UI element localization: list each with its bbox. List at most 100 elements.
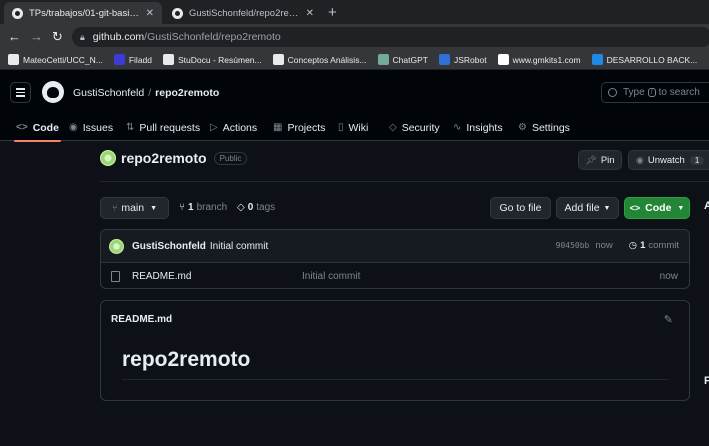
tab-projects[interactable]: ▦ Projects [273, 114, 325, 141]
bookmark-item[interactable]: DESARROLLO BACK... [591, 54, 698, 65]
visibility-badge: Public [213, 151, 248, 165]
bookmark-item[interactable]: Conceptos Análisis... [272, 54, 367, 65]
readme-filename[interactable]: README.md [111, 314, 172, 325]
bookmark-label: MateoCetti/UCC_N... [23, 54, 103, 65]
tab-label: Settings [531, 121, 570, 134]
bookmark-favicon-icon [8, 54, 19, 65]
bookmark-item[interactable]: JSRobot [438, 54, 487, 65]
bookmark-item[interactable]: www.gmkits1.com [497, 54, 581, 65]
code-icon: <> [629, 203, 641, 213]
file-list: GustiSchonfeld Initial commit 90450bb no… [100, 229, 690, 289]
commit-message[interactable]: Initial commit [210, 241, 268, 252]
browser-tab-2-title: GustiSchonfeld/repo2remoto [189, 7, 300, 19]
readme-heading: repo2remoto [122, 348, 251, 371]
back-arrow-icon[interactable]: ← [8, 29, 21, 44]
file-commit-message[interactable]: Initial commit [302, 271, 360, 282]
url-host: github.com [92, 31, 145, 43]
breadcrumb-owner[interactable]: GustiSchonfeld [73, 87, 144, 99]
browser-tab-1-title: TPs/trabajos/01-git-basico.md en [29, 7, 140, 19]
new-tab-icon[interactable]: + [328, 4, 337, 21]
tab-label: Projects [287, 121, 326, 134]
commit-author[interactable]: GustiSchonfeld [132, 241, 206, 252]
tab-wiki[interactable]: ▯ Wiki [338, 114, 368, 141]
commit-sha[interactable]: 90450bb [556, 241, 590, 250]
tab-label: Actions [222, 121, 258, 134]
tag-word: tags [256, 202, 276, 213]
search-icon [608, 88, 617, 97]
address-bar[interactable]: 🔒︎ github.com/GustiSchonfeld/repo2remoto [72, 27, 709, 47]
unwatch-button[interactable]: ◉ Unwatch 1 ▼ [628, 150, 709, 170]
tags-link[interactable]: ◇ 0 tags [237, 202, 275, 213]
search-input[interactable]: Type / to search [601, 82, 709, 103]
bookmark-item[interactable]: StuDocu - Resúmen... [163, 54, 262, 65]
close-tab-icon[interactable]: ✕ [306, 8, 314, 19]
forward-arrow-icon[interactable]: → [30, 29, 43, 44]
readme-panel: README.md ✎ repo2remoto [100, 300, 690, 401]
branch-icon: ⑂ [111, 203, 118, 213]
reload-icon[interactable]: ↻ [52, 29, 63, 45]
bookmark-item[interactable]: ChatGPT [377, 54, 428, 65]
lock-icon: 🔒︎ [80, 31, 85, 42]
releases-heading-glimpse: F [704, 375, 709, 387]
projects-icon: ▦ [273, 122, 283, 133]
code-button[interactable]: <> Code ▼ [624, 197, 690, 219]
browser-tab-bar: TPs/trabajos/01-git-basico.md en ✕ Gusti… [0, 0, 709, 24]
file-commit-time: now [659, 271, 678, 282]
eye-icon: ◉ [636, 154, 644, 165]
github-header: GustiSchonfeld / repo2remoto Type / to sea… [0, 70, 709, 114]
tab-issues[interactable]: ◉ Issues [69, 114, 113, 141]
bookmark-label: JSRobot [453, 54, 487, 65]
pin-button[interactable]: 📌︎ Pin [578, 150, 622, 170]
tab-actions[interactable]: ▷ Actions [210, 114, 257, 141]
breadcrumb-repo[interactable]: repo2remoto [155, 87, 219, 99]
tab-security[interactable]: ◇ Security [389, 114, 440, 141]
table-row[interactable]: README.md Initial commit now [101, 263, 689, 288]
about-heading-glimpse: A [704, 200, 709, 212]
commit-count[interactable]: 1 [640, 240, 645, 251]
watch-count: 1 [689, 155, 705, 165]
commit-count-word[interactable]: commit [648, 240, 679, 251]
tab-settings[interactable]: ⚙ Settings [518, 114, 570, 141]
tab-label: Security [401, 121, 440, 134]
bookmark-favicon-icon [113, 54, 125, 65]
bookmark-item[interactable]: MateoCetti/UCC_N... [8, 54, 103, 65]
issues-icon: ◉ [69, 122, 78, 133]
tab-insights[interactable]: ∿ Insights [453, 114, 503, 141]
browser-tab-1[interactable]: TPs/trabajos/01-git-basico.md en ✕ [4, 2, 162, 24]
github-favicon-icon [172, 7, 183, 19]
tab-pull-requests[interactable]: ⇅ Pull requests [126, 114, 200, 141]
go-to-file-button[interactable]: Go to file [490, 197, 551, 219]
bookmark-label: DESARROLLO BACK... [606, 54, 698, 65]
pin-icon: 📌︎ [585, 154, 597, 165]
bookmark-favicon-icon [497, 54, 509, 65]
github-favicon-icon [12, 7, 23, 19]
bookmark-label: ChatGPT [392, 54, 428, 65]
graph-icon: ∿ [453, 122, 462, 133]
file-name[interactable]: README.md [132, 271, 302, 282]
commit-time: now [595, 240, 613, 251]
bookmarks-bar: MateoCetti/UCC_N... Filadd StuDocu - Resúm… [0, 50, 709, 70]
url-path: /GustiSchonfeld/repo2remoto [144, 31, 281, 43]
bookmark-favicon-icon [272, 54, 284, 65]
branch-selector[interactable]: ⑂ main ▼ [100, 197, 169, 219]
tab-label: Insights [466, 121, 503, 134]
bookmark-label: Filadd [128, 54, 152, 65]
latest-commit: GustiSchonfeld Initial commit 90450bb no… [101, 230, 689, 263]
pin-label: Pin [600, 154, 615, 166]
chevron-down-icon: ▼ [150, 204, 158, 212]
divider [122, 379, 669, 380]
add-file-button[interactable]: Add file ▼ [556, 197, 619, 219]
bookmark-item[interactable]: Filadd [113, 54, 152, 65]
browser-tab-2[interactable]: GustiSchonfeld/repo2remoto ✕ [164, 2, 322, 24]
close-tab-icon[interactable]: ✕ [146, 8, 154, 19]
bookmark-favicon-icon [377, 54, 389, 65]
github-logo-icon[interactable] [42, 81, 64, 103]
branches-link[interactable]: ⑂ 1 branch [179, 202, 227, 213]
tab-code[interactable]: <> Code [14, 114, 61, 142]
tab-label: Pull requests [139, 121, 201, 134]
breadcrumb-separator: / [148, 87, 152, 99]
edit-pencil-icon[interactable]: ✎ [664, 313, 673, 326]
tab-label: Issues [82, 121, 114, 134]
menu-icon[interactable] [10, 82, 31, 103]
repo-name[interactable]: repo2remoto [121, 150, 207, 166]
